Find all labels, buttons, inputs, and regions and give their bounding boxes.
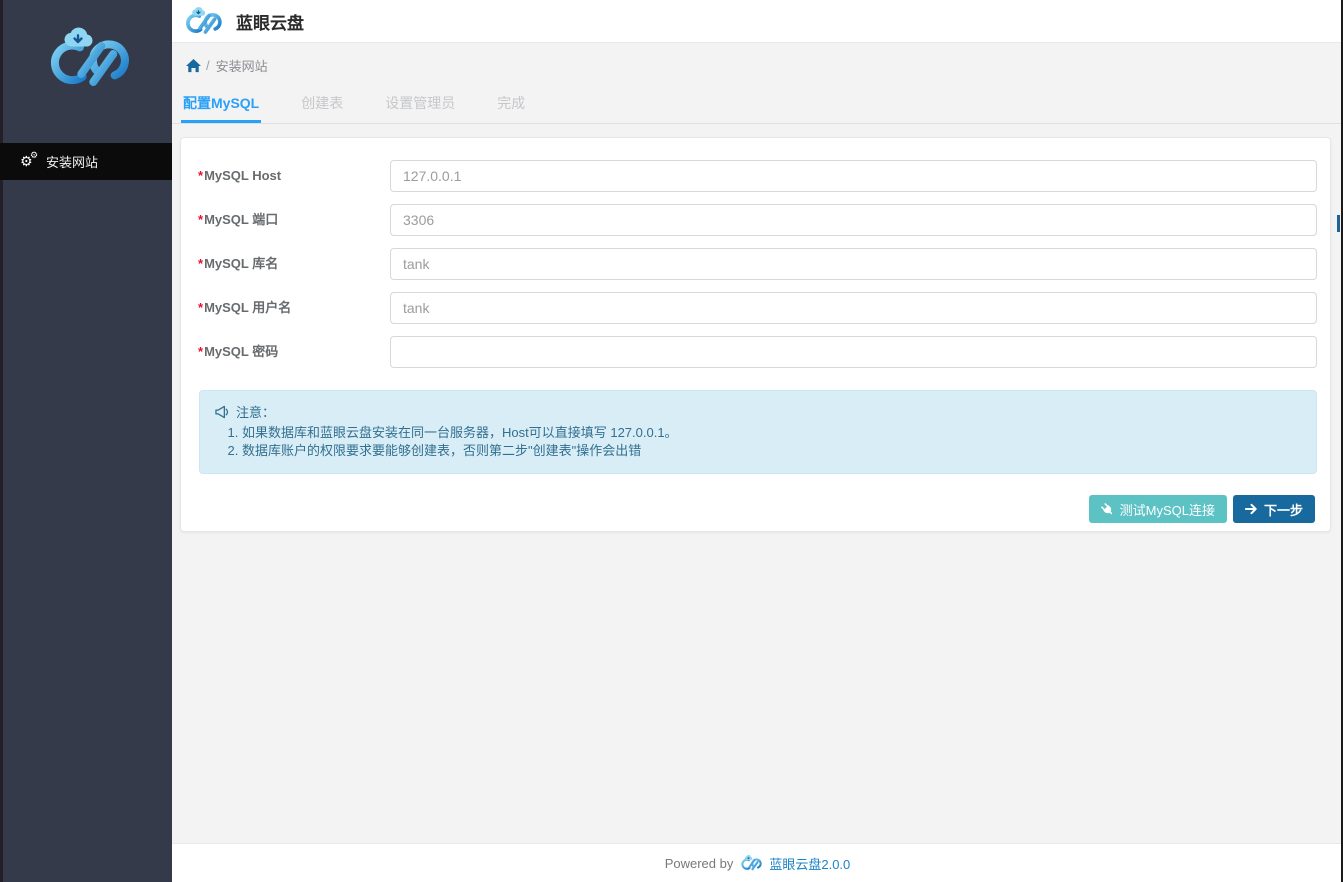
main-content: / 安装网站 配置MySQL 创建表 设置管理员 完成 *MySQL Host … <box>172 43 1343 882</box>
field-label: *MySQL 端口 <box>198 204 383 236</box>
app-window: ⚙⚙ 安装网站 蓝眼云盘 / 安装网站 配置MySQL 创建表 设置管理员 完成… <box>0 0 1343 882</box>
next-step-button[interactable]: 下一步 <box>1233 495 1315 523</box>
notice-item: 如果数据库和蓝眼云盘安装在同一台服务器，Host可以直接填写 127.0.0.1… <box>242 424 1301 442</box>
cogs-icon: ⚙⚙ <box>20 154 40 170</box>
mysql-config-card: *MySQL Host *MySQL 端口 *MySQL 库名 *MySQL 用… <box>180 137 1331 532</box>
infinity-cloud-logo <box>180 7 226 35</box>
mysql-port-input[interactable] <box>390 204 1317 236</box>
form-row-host: *MySQL Host <box>181 160 1330 192</box>
notice-list: 如果数据库和蓝眼云盘安装在同一台服务器，Host可以直接填写 127.0.0.1… <box>215 424 1301 460</box>
bullhorn-icon <box>215 405 230 419</box>
mysql-password-input[interactable] <box>390 336 1317 368</box>
notice-title-row: 注意： <box>215 402 1301 421</box>
form-row-password: *MySQL 密码 <box>181 336 1330 368</box>
required-mark: * <box>198 256 203 271</box>
form-row-username: *MySQL 用户名 <box>181 292 1330 324</box>
sidebar: ⚙⚙ 安装网站 <box>0 0 172 882</box>
form-row-port: *MySQL 端口 <box>181 204 1330 236</box>
arrow-right-icon <box>1245 503 1258 515</box>
sidebar-edge-strip <box>0 0 3 882</box>
notice-item: 数据库账户的权限要求要能够创建表，否则第二步"创建表"操作会出错 <box>242 442 1301 460</box>
breadcrumb-separator: / <box>206 58 210 73</box>
notice-box: 注意： 如果数据库和蓝眼云盘安装在同一台服务器，Host可以直接填写 127.0… <box>199 390 1317 474</box>
footer-version-link[interactable]: 蓝眼云盘2.0.0 <box>769 854 850 873</box>
scrollbar-thumb[interactable] <box>1337 215 1340 232</box>
home-icon[interactable] <box>186 59 201 73</box>
notice-title: 注意： <box>236 402 275 421</box>
mysql-host-input[interactable] <box>390 160 1317 192</box>
required-mark: * <box>198 344 203 359</box>
infinity-cloud-logo <box>738 855 764 871</box>
header: 蓝眼云盘 <box>172 0 1343 43</box>
sidebar-item-label: 安装网站 <box>46 152 98 171</box>
tab-finish: 完成 <box>495 93 527 123</box>
plug-icon <box>1101 503 1114 516</box>
field-label: *MySQL Host <box>198 160 383 192</box>
mysql-database-input[interactable] <box>390 248 1317 280</box>
app-title: 蓝眼云盘 <box>236 9 304 34</box>
tab-create-tables: 创建表 <box>299 93 345 123</box>
card-actions: 测试MySQL连接 下一步 <box>1089 495 1315 523</box>
required-mark: * <box>198 212 203 227</box>
field-label: *MySQL 密码 <box>198 336 383 368</box>
infinity-cloud-logo <box>40 26 136 90</box>
breadcrumb-current: 安装网站 <box>216 56 268 75</box>
form-row-database: *MySQL 库名 <box>181 248 1330 280</box>
required-mark: * <box>198 168 203 183</box>
tab-configure-mysql[interactable]: 配置MySQL <box>181 93 261 123</box>
breadcrumb: / 安装网站 <box>186 56 268 75</box>
footer: Powered by 蓝眼云盘2.0.0 <box>172 843 1343 882</box>
wizard-tabs: 配置MySQL 创建表 设置管理员 完成 <box>172 92 1343 124</box>
field-label: *MySQL 库名 <box>198 248 383 280</box>
tab-set-admin: 设置管理员 <box>383 93 457 123</box>
required-mark: * <box>198 300 203 315</box>
mysql-username-input[interactable] <box>390 292 1317 324</box>
powered-by-text: Powered by <box>665 856 734 871</box>
sidebar-item-install-site[interactable]: ⚙⚙ 安装网站 <box>0 143 172 180</box>
test-mysql-connection-button[interactable]: 测试MySQL连接 <box>1089 495 1227 523</box>
field-label: *MySQL 用户名 <box>198 292 383 324</box>
